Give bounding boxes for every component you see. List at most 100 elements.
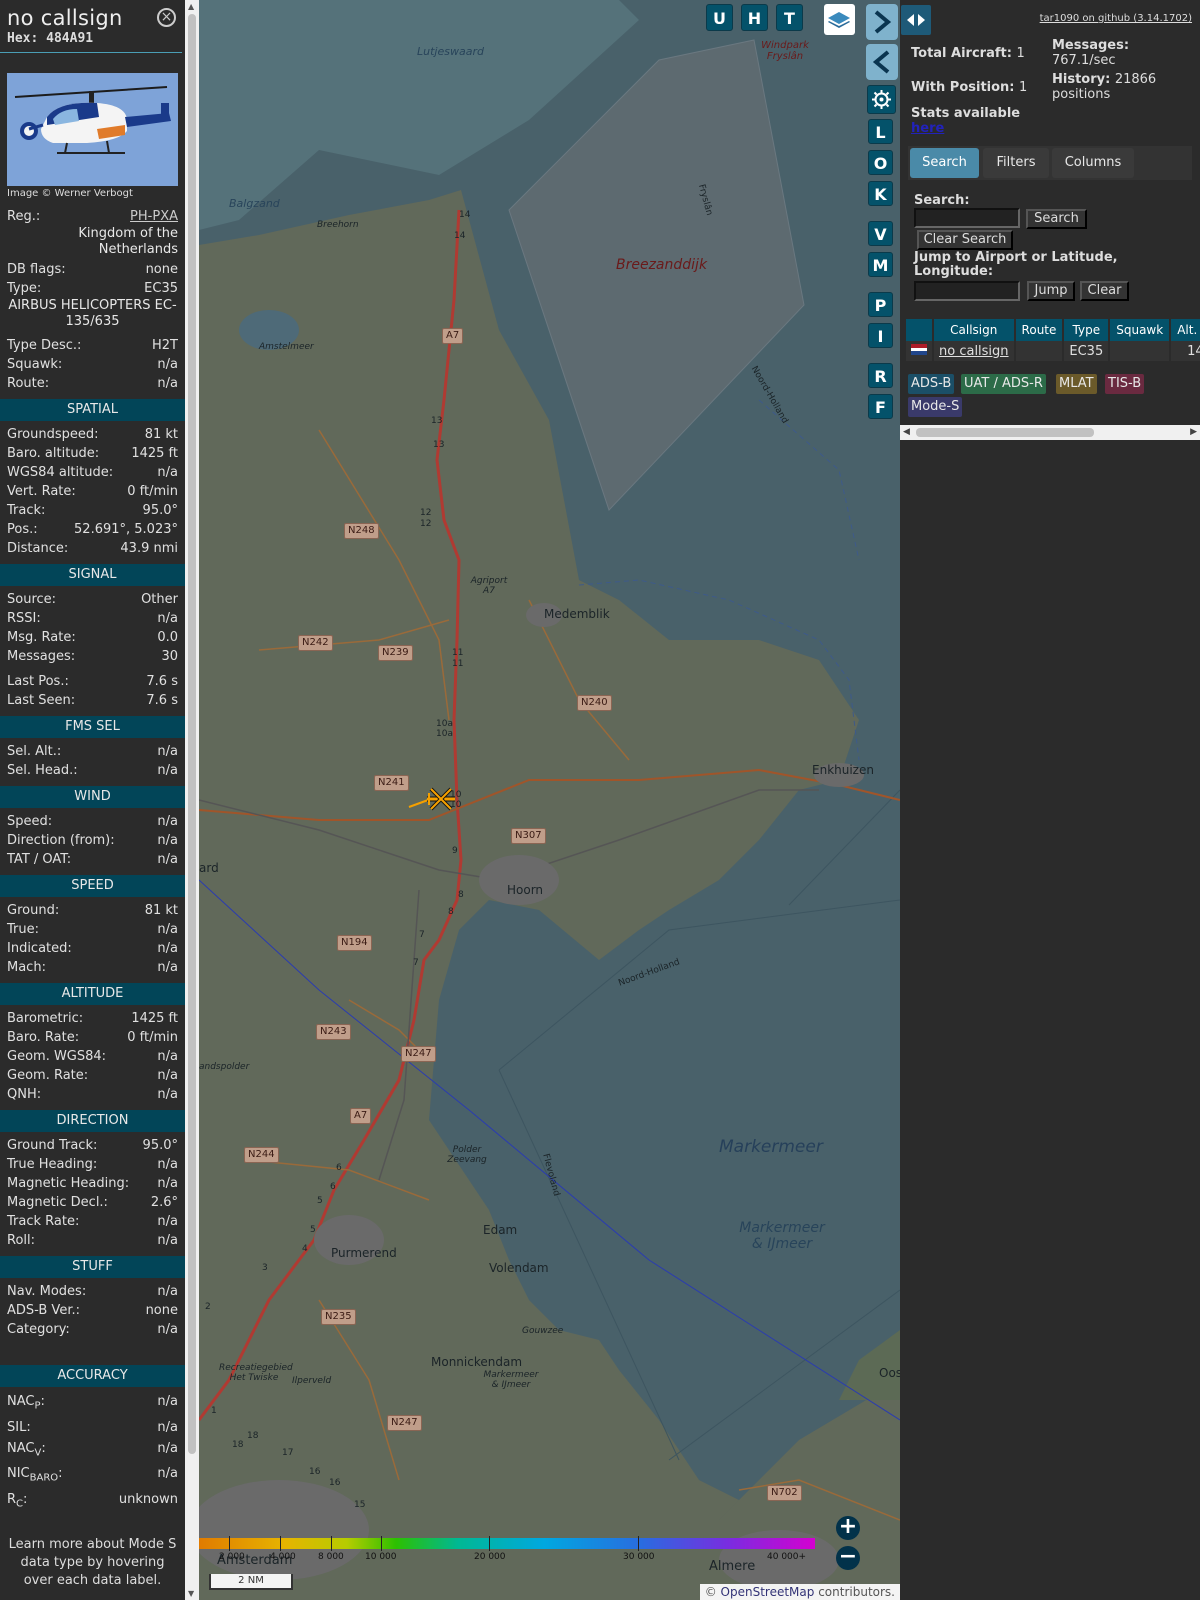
- github-link[interactable]: tar1090 on github (3.14.1702): [1040, 13, 1192, 24]
- info-row-value: n/a: [157, 1087, 178, 1102]
- info-row: Groundspeed: 81 kt: [0, 425, 185, 444]
- toggle-P-button[interactable]: P: [868, 292, 893, 317]
- info-row-value: n/a: [157, 763, 178, 778]
- search-input[interactable]: [914, 208, 1020, 228]
- junction-number: 16: [309, 1467, 321, 1477]
- info-row-value: n/a: [157, 1233, 178, 1248]
- zoom-in-button[interactable]: +: [836, 1516, 860, 1540]
- gear-icon: [872, 90, 891, 109]
- info-row-label: Source:: [7, 592, 57, 607]
- junction-number: 16: [329, 1478, 341, 1488]
- scroll-down-icon[interactable]: ▼: [188, 1589, 194, 1598]
- toggle-F-button[interactable]: F: [868, 394, 893, 419]
- tab-columns[interactable]: Columns: [1052, 148, 1134, 178]
- map-attribution: © OpenStreetMap contributors.: [699, 1584, 900, 1600]
- callsign-cell[interactable]: no callsign: [933, 341, 1016, 361]
- clear-search-button[interactable]: Clear Search: [917, 230, 1013, 250]
- column-header-flag[interactable]: [906, 319, 934, 341]
- info-row: Speed: n/a: [0, 812, 185, 831]
- column-header-callsign[interactable]: Callsign: [933, 319, 1016, 341]
- info-row-label: QNH:: [7, 1087, 42, 1102]
- column-header-route[interactable]: Route: [1014, 319, 1065, 341]
- info-row-label: True:: [7, 922, 39, 937]
- horizontal-scroll-thumb[interactable]: [916, 428, 1094, 437]
- altitude-scale-label: 20 000: [474, 1552, 506, 1562]
- stats-here-link[interactable]: here: [911, 121, 944, 136]
- info-row-label: Msg. Rate:: [7, 630, 76, 645]
- direction-rows: Ground Track: 95.0° True Heading: n/a Magnet…: [0, 1136, 185, 1250]
- toggle-U-button[interactable]: U: [706, 4, 733, 31]
- typedesc-label: Type Desc.:: [7, 338, 82, 353]
- info-row-label: Pos.:: [7, 522, 38, 537]
- map-label-agriport: Agriport A7: [470, 576, 508, 596]
- info-row-value: 81 kt: [144, 903, 178, 918]
- jump-button[interactable]: Jump: [1027, 281, 1075, 301]
- wind-rows: Speed: n/a Direction (from): n/a TAT / OAT: n…: [0, 812, 185, 869]
- accuracy-row-label: NICBARO:: [7, 1466, 63, 1484]
- altitude-scale-label: 30 000: [623, 1552, 655, 1562]
- toggle-H-button[interactable]: H: [741, 4, 768, 31]
- accuracy-row-value: n/a: [157, 1440, 178, 1456]
- expand-right-button[interactable]: [866, 4, 898, 40]
- altitude-scale-label: 8 000: [318, 1552, 344, 1562]
- junction-number: 18: [232, 1440, 244, 1450]
- registration-link[interactable]: PH-PXA: [130, 207, 178, 226]
- column-header-squawk[interactable]: Squawk: [1109, 319, 1172, 341]
- toggle-M-button[interactable]: M: [868, 252, 893, 277]
- zoom-out-button[interactable]: −: [836, 1546, 860, 1570]
- squawk-value: n/a: [157, 357, 178, 372]
- info-row: Roll: n/a: [0, 1231, 185, 1250]
- typedesc-value: H2T: [152, 338, 178, 353]
- info-row: Magnetic Heading: n/a: [0, 1174, 185, 1193]
- info-row-value: 0 ft/min: [127, 484, 178, 499]
- info-row-label: Mach:: [7, 960, 46, 975]
- scroll-up-icon[interactable]: ▲: [188, 2, 194, 11]
- tab-filters[interactable]: Filters: [983, 148, 1049, 178]
- table-horizontal-scrollbar[interactable]: ◀ ▶: [900, 425, 1200, 440]
- toggle-I-button[interactable]: I: [868, 323, 893, 348]
- jump-input[interactable]: [914, 281, 1020, 301]
- accuracy-row: NICBARO: n/a: [0, 1463, 185, 1489]
- scroll-thumb[interactable]: [188, 14, 196, 1454]
- table-row[interactable]: no callsign EC35 1425: [906, 341, 1200, 361]
- collapse-left-button[interactable]: [866, 44, 898, 80]
- aircraft-photo[interactable]: [7, 73, 178, 186]
- accuracy-label-text: R: [7, 1491, 17, 1507]
- toggle-V-button[interactable]: V: [868, 221, 893, 246]
- info-row: Sel. Alt.: n/a: [0, 742, 185, 761]
- info-row: Track: 95.0°: [0, 501, 185, 520]
- clear-button[interactable]: Clear: [1080, 281, 1129, 301]
- info-scrollbar[interactable]: ▲ ▼: [185, 0, 199, 1600]
- expand-collapse-icon: [907, 14, 925, 26]
- tab-search[interactable]: Search: [910, 148, 979, 178]
- with-position-label: With Position:: [911, 80, 1015, 95]
- toggle-R-button[interactable]: R: [868, 363, 893, 388]
- close-icon[interactable]: ×: [157, 8, 176, 27]
- layers-button[interactable]: [824, 4, 855, 35]
- info-row: WGS84 altitude: n/a: [0, 463, 185, 482]
- toggle-O-button[interactable]: O: [868, 150, 893, 175]
- toggle-T-button[interactable]: T: [776, 4, 803, 31]
- settings-button[interactable]: [867, 85, 896, 114]
- info-row-label: WGS84 altitude:: [7, 465, 114, 480]
- toggle-sidebar-button[interactable]: [901, 5, 931, 35]
- info-row-value: n/a: [157, 1157, 178, 1172]
- info-row-value: Other: [141, 592, 178, 607]
- scroll-left-icon[interactable]: ◀: [903, 427, 910, 437]
- info-row-label: Sel. Head.:: [7, 763, 78, 778]
- column-header-altitude[interactable]: Alt. (ft): [1170, 319, 1200, 341]
- messages-label: Messages:: [1052, 38, 1130, 53]
- toggle-K-button[interactable]: K: [868, 181, 893, 206]
- openstreetmap-link[interactable]: OpenStreetMap: [721, 1585, 815, 1599]
- search-button[interactable]: Search: [1026, 209, 1087, 229]
- junction-number: 14: [454, 231, 466, 241]
- map-view[interactable]: Lutjeswaard Windpark Fryslân Balgzand Br…: [199, 0, 900, 1600]
- junction-number: 3: [262, 1263, 268, 1273]
- toggle-L-button[interactable]: L: [868, 119, 893, 144]
- column-header-type[interactable]: Type: [1063, 319, 1111, 341]
- info-row-value: 1425 ft: [131, 446, 178, 461]
- info-header: no callsign Hex: 484A91 ×: [0, 0, 182, 53]
- junction-number: 4: [302, 1244, 308, 1254]
- scroll-right-icon[interactable]: ▶: [1190, 427, 1197, 437]
- route-label: Route:: [7, 376, 50, 391]
